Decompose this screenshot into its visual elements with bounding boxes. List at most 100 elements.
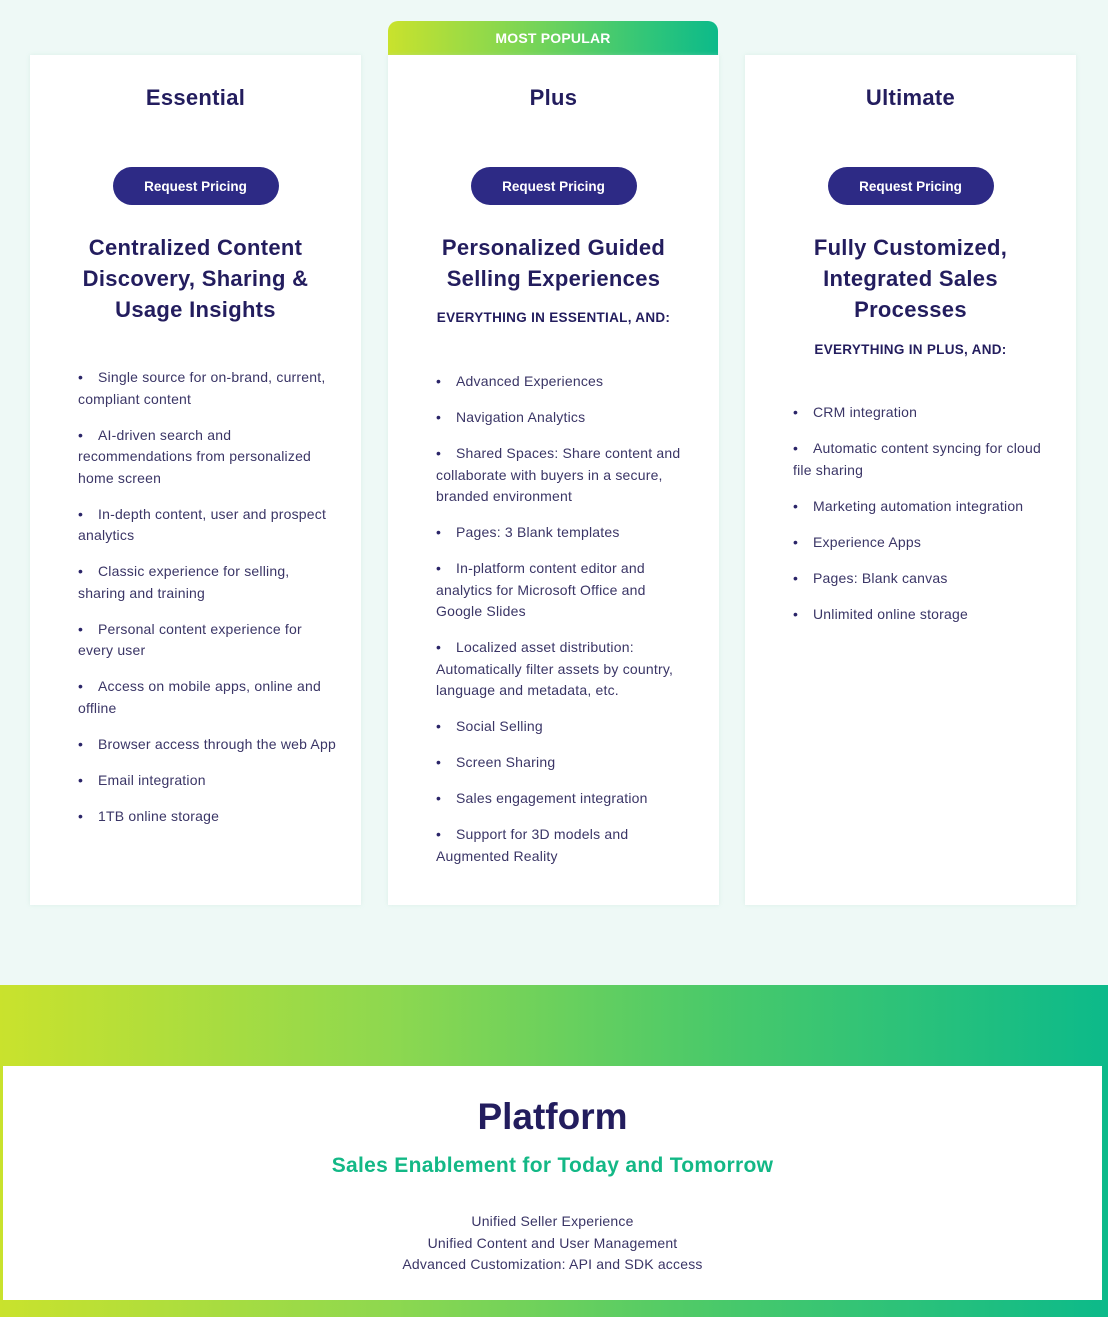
feature-text: AI-driven search and recommendations fro… — [78, 426, 312, 486]
feature-item: • Classic experience for selling, sharing… — [78, 561, 337, 604]
bullet-icon: • — [436, 524, 442, 540]
request-pricing-button[interactable]: Request Pricing — [470, 167, 637, 205]
feature-text: 1TB online storage — [98, 807, 220, 824]
plan-tagline: Centralized Content Discovery, Sharing &… — [82, 235, 309, 322]
platform-section: Platform Sales Enablement for Today and … — [0, 985, 1108, 1317]
feature-item: • Browser access through the web App — [78, 734, 337, 756]
plan-tagline: Fully Customized, Integrated Sales Proce… — [813, 235, 1008, 322]
feature-text: Advanced Experiences — [456, 373, 604, 389]
feature-item: • Support for 3D models and Augmented Rea… — [436, 824, 695, 867]
platform-point: Unified Content and User Management — [427, 1234, 678, 1251]
feature-item: • Email integration — [78, 770, 337, 792]
bullet-icon: • — [436, 560, 442, 576]
feature-item: • Experience Apps — [793, 532, 1052, 554]
feature-item: • Marketing automation integration — [793, 496, 1052, 518]
platform-title: Platform — [477, 1096, 628, 1137]
plan-name: Essential — [145, 85, 246, 110]
bullet-icon: • — [78, 369, 84, 385]
feature-text: Marketing automation integration — [813, 497, 1024, 514]
platform-points-list: Unified Seller Experience Unified Conten… — [3, 1211, 1102, 1276]
bullet-icon: • — [793, 605, 799, 622]
feature-item: • In-depth content, user and prospect ana… — [78, 504, 337, 547]
bullet-icon: • — [436, 409, 442, 425]
feature-text: Experience Apps — [813, 533, 922, 550]
bullet-icon: • — [78, 620, 84, 637]
request-pricing-button[interactable]: Request Pricing — [827, 167, 994, 205]
bullet-icon: • — [436, 790, 442, 806]
feature-item: • Pages: 3 Blank templates — [436, 522, 695, 544]
feature-item: • Unlimited online storage — [793, 604, 1052, 626]
feature-text: Sales engagement integration — [456, 790, 648, 806]
feature-text: Automatic content syncing for cloud file… — [793, 440, 1042, 478]
feature-item: • 1TB online storage — [78, 806, 337, 828]
feature-item: • Pages: Blank canvas — [793, 568, 1052, 590]
feature-text: Pages: 3 Blank templates — [456, 524, 620, 540]
platform-point: Advanced Customization: API and SDK acce… — [402, 1256, 703, 1272]
platform-panel: Platform Sales Enablement for Today and … — [3, 1066, 1102, 1300]
feature-item: • Personal content experience for every u… — [78, 619, 337, 662]
plan-includes-heading: EVERYTHING IN PLUS, AND: — [814, 342, 1007, 357]
bullet-icon: • — [78, 505, 84, 522]
bullet-icon: • — [793, 440, 799, 456]
bullet-icon: • — [78, 807, 84, 824]
feature-text: Support for 3D models and Augmented Real… — [436, 826, 629, 864]
bullet-icon: • — [793, 569, 799, 586]
feature-text: In-depth content, user and prospect anal… — [78, 505, 327, 544]
feature-list: • Single source for on-brand, current, co… — [78, 367, 337, 842]
plan-name: Ultimate — [865, 85, 956, 110]
feature-item: • Localized asset distribution: Automatic… — [436, 637, 695, 702]
feature-text: Shared Spaces: Share content and collabo… — [436, 445, 681, 504]
feature-item: • Sales engagement integration — [436, 788, 695, 810]
bullet-icon: • — [436, 639, 442, 655]
bullet-icon: • — [436, 373, 442, 389]
most-popular-label: MOST POPULAR — [495, 30, 611, 46]
bullet-icon: • — [78, 678, 84, 694]
feature-text: Single source for on-brand, current, com… — [78, 369, 326, 407]
feature-text: Personal content experience for every us… — [78, 620, 302, 659]
bullet-icon: • — [793, 404, 799, 420]
feature-item: • Access on mobile apps, online and offli… — [78, 676, 337, 719]
feature-text: Access on mobile apps, online and offlin… — [78, 678, 321, 716]
platform-subtitle: Sales Enablement for Today and Tomorrow — [331, 1154, 774, 1177]
bullet-icon: • — [436, 826, 442, 842]
feature-text: Social Selling — [456, 718, 543, 734]
feature-text: Navigation Analytics — [456, 409, 586, 425]
feature-item: • Single source for on-brand, current, co… — [78, 367, 337, 410]
plan-name: Plus — [529, 85, 578, 110]
feature-text: Unlimited online storage — [813, 605, 968, 622]
feature-text: Localized asset distribution: Automatica… — [436, 639, 674, 698]
bullet-icon: • — [78, 426, 84, 443]
feature-item: • Navigation Analytics — [436, 407, 695, 429]
feature-text: In-platform content editor and analytics… — [436, 560, 646, 619]
feature-item: • Automatic content syncing for cloud fil… — [793, 438, 1052, 481]
feature-item: • AI-driven search and recommendations fr… — [78, 425, 337, 490]
feature-item: • In-platform content editor and analytic… — [436, 558, 695, 623]
request-pricing-button[interactable]: Request Pricing — [112, 167, 279, 205]
bullet-icon: • — [793, 497, 799, 514]
platform-point: Unified Seller Experience — [471, 1213, 634, 1229]
feature-item: • CRM integration — [793, 402, 1052, 424]
bullet-icon: • — [436, 754, 442, 770]
plan-includes-heading: EVERYTHING IN ESSENTIAL, AND: — [436, 310, 671, 325]
plan-card-ultimate: Ultimate Request Pricing Fully Customize… — [745, 55, 1076, 905]
bullet-icon: • — [793, 533, 799, 550]
pricing-plans-section: MOST POPULAR Essential Request Pricing C… — [0, 0, 1108, 985]
bullet-icon: • — [436, 445, 442, 461]
feature-list: • CRM integration • Automatic content synci… — [793, 402, 1052, 640]
feature-text: Browser access through the web App — [98, 735, 336, 752]
bullet-icon: • — [436, 718, 442, 734]
feature-text: Screen Sharing — [456, 754, 556, 770]
bullet-icon: • — [78, 735, 84, 752]
plan-card-essential: Essential Request Pricing Centralized Co… — [30, 55, 361, 905]
feature-text: CRM integration — [813, 404, 918, 420]
feature-item: • Social Selling — [436, 716, 695, 738]
most-popular-badge: MOST POPULAR — [388, 21, 718, 55]
feature-text: Classic experience for selling, sharing … — [78, 563, 290, 601]
feature-text: Email integration — [98, 771, 206, 788]
bullet-icon: • — [78, 771, 84, 788]
feature-item: • Advanced Experiences — [436, 371, 695, 393]
plan-tagline: Personalized Guided Selling Experiences — [441, 235, 666, 291]
plan-card-plus: Plus Request Pricing Personalized Guided… — [388, 55, 719, 905]
feature-item: • Shared Spaces: Share content and collab… — [436, 443, 695, 508]
feature-item: • Screen Sharing — [436, 752, 695, 774]
